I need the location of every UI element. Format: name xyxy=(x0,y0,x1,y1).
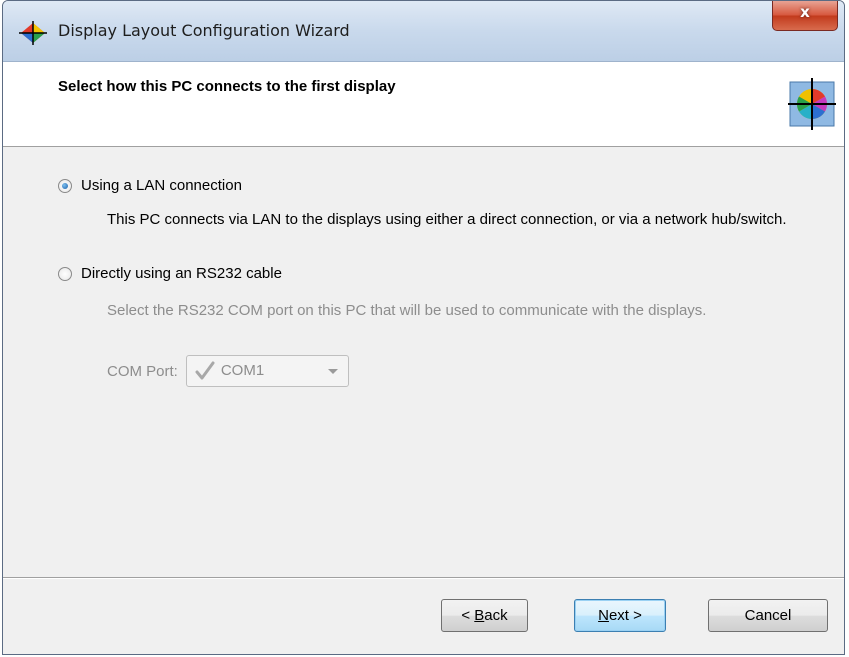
app-icon xyxy=(19,21,47,45)
next-button[interactable]: Next > xyxy=(574,599,666,632)
option-rs232[interactable]: Directly using an RS232 cable xyxy=(58,265,282,282)
option-lan[interactable]: Using a LAN connection xyxy=(58,177,242,194)
checkmark-icon xyxy=(195,361,215,380)
radio-rs232[interactable] xyxy=(58,266,72,281)
option-rs232-description: Select the RS232 COM port on this PC tha… xyxy=(107,302,707,319)
close-icon: x xyxy=(800,3,810,21)
window-title: Display Layout Configuration Wizard xyxy=(58,21,350,40)
back-prefix: < xyxy=(461,607,475,624)
wizard-header: Select how this PC connects to the first… xyxy=(3,62,844,147)
wizard-content: Using a LAN connection This PC connects … xyxy=(3,147,844,577)
radio-lan[interactable] xyxy=(58,178,72,193)
back-accel: B xyxy=(474,607,485,624)
cancel-button[interactable]: Cancel xyxy=(708,599,828,632)
wizard-window: Display Layout Configuration Wizard x Se… xyxy=(2,0,845,655)
com-port-label: COM Port: xyxy=(107,362,178,380)
option-rs232-label[interactable]: Directly using an RS232 cable xyxy=(81,265,282,282)
option-lan-description: This PC connects via LAN to the displays… xyxy=(107,211,787,228)
back-rest: ack xyxy=(484,607,508,624)
option-lan-label[interactable]: Using a LAN connection xyxy=(81,177,242,194)
page-title: Select how this PC connects to the first… xyxy=(58,78,396,95)
com-port-select[interactable]: COM1 xyxy=(185,355,349,387)
next-rest: ext > xyxy=(608,607,642,624)
back-button[interactable]: < Back xyxy=(441,599,528,632)
next-accel: N xyxy=(598,607,609,624)
color-wheel-icon xyxy=(788,78,836,130)
com-port-row: COM Port: COM1 xyxy=(107,355,349,387)
com-port-value: COM1 xyxy=(220,362,265,379)
title-bar[interactable]: Display Layout Configuration Wizard x xyxy=(3,1,844,62)
footer-divider xyxy=(3,577,844,579)
chevron-down-icon[interactable] xyxy=(327,369,338,374)
close-button[interactable]: x xyxy=(772,1,838,31)
